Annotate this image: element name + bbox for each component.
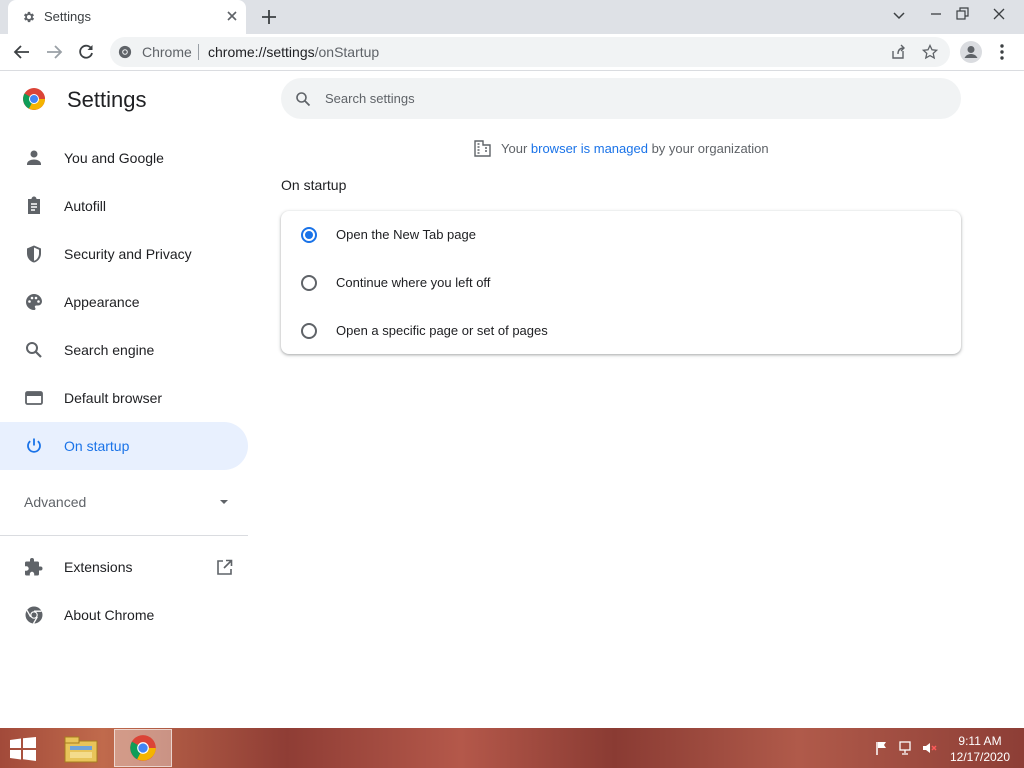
option-label: Open a specific page or set of pages: [336, 323, 548, 338]
browser-toolbar: Chrome chrome://settings/onStartup: [0, 34, 1024, 71]
url-path: /onStartup: [314, 44, 380, 60]
sidebar-item-extensions[interactable]: Extensions: [0, 543, 248, 591]
clock-date[interactable]: 12/17/2020: [946, 750, 1014, 764]
palette-icon: [26, 294, 42, 310]
restore-icon[interactable]: [952, 4, 972, 24]
taskbar-chrome-button[interactable]: [114, 729, 172, 767]
sidebar-item-label: Default browser: [64, 390, 163, 406]
new-tab-icon[interactable]: [260, 8, 278, 26]
sidebar-item-default-browser[interactable]: Default browser: [0, 374, 248, 422]
window-close-icon[interactable]: [989, 4, 1009, 24]
puzzle-icon: [25, 558, 43, 576]
advanced-toggle[interactable]: Advanced: [24, 494, 86, 510]
chevron-down-icon[interactable]: [889, 4, 909, 24]
open-in-new-icon[interactable]: [216, 559, 233, 576]
radio-button[interactable]: [301, 227, 317, 243]
address-bar[interactable]: Chrome chrome://settings/onStartup: [110, 37, 950, 67]
sidebar-item-you-and-google[interactable]: You and Google: [0, 134, 248, 182]
sidebar-item-label: Search engine: [64, 342, 155, 358]
sidebar-item-autofill[interactable]: Autofill: [0, 182, 248, 230]
search-icon: [296, 92, 311, 107]
close-icon[interactable]: [224, 8, 240, 24]
person-icon: [27, 150, 41, 165]
managed-prefix: Your: [501, 141, 531, 156]
sidebar-item-search-engine[interactable]: Search engine: [0, 326, 248, 374]
chrome-site-icon: [118, 45, 132, 59]
tab-title: Settings: [44, 9, 91, 24]
startup-option-specific-pages[interactable]: Open a specific page or set of pages: [281, 307, 961, 355]
clipboard-icon: [28, 196, 40, 214]
share-icon[interactable]: [890, 44, 906, 60]
tab-settings[interactable]: Settings: [8, 0, 246, 34]
sidebar-item-appearance[interactable]: Appearance: [0, 278, 248, 326]
site-name: Chrome: [142, 44, 192, 60]
option-label: Open the New Tab page: [336, 227, 476, 242]
settings-sidebar: You and Google Autofill Security and Pri…: [0, 134, 248, 470]
search-input[interactable]: [325, 88, 925, 108]
sidebar-item-label: About Chrome: [64, 607, 155, 623]
startup-option-continue[interactable]: Continue where you left off: [281, 259, 961, 307]
minimize-icon[interactable]: [926, 4, 946, 24]
flag-icon[interactable]: [874, 740, 890, 756]
windows-start-icon[interactable]: [8, 737, 38, 761]
startup-option-new-tab[interactable]: Open the New Tab page: [281, 211, 961, 259]
sidebar-item-about-chrome[interactable]: About Chrome: [0, 591, 248, 639]
managed-link[interactable]: browser is managed: [531, 141, 648, 156]
person-icon: [964, 46, 978, 58]
sidebar-item-security[interactable]: Security and Privacy: [0, 230, 248, 278]
back-icon[interactable]: [12, 42, 32, 62]
volume-muted-icon[interactable]: [922, 740, 938, 756]
settings-search[interactable]: [281, 78, 961, 119]
radio-button[interactable]: [301, 275, 317, 291]
sidebar-item-label: On startup: [64, 438, 130, 454]
taskbar: 9:11 AM 12/17/2020: [0, 728, 1024, 768]
clock-time[interactable]: 9:11 AM: [950, 734, 1010, 748]
sidebar-item-label: Autofill: [64, 198, 107, 214]
bookmark-star-icon[interactable]: [922, 44, 938, 60]
url-text: chrome://settings/onStartup: [208, 44, 379, 60]
building-icon: [474, 140, 491, 157]
startup-options-card: Open the New Tab page Continue where you…: [281, 211, 961, 354]
reload-icon[interactable]: [76, 42, 96, 62]
chrome-outline-icon: [25, 606, 43, 624]
url-host: chrome://settings: [208, 44, 315, 60]
option-label: Continue where you left off: [336, 275, 491, 290]
sidebar-item-label: You and Google: [64, 150, 164, 166]
managed-text: Your browser is managed by your organiza…: [501, 141, 769, 156]
power-icon: [27, 438, 41, 453]
sidebar-item-label: Appearance: [64, 294, 140, 310]
sidebar-item-on-startup[interactable]: On startup: [0, 422, 248, 470]
page-title: Settings: [67, 87, 147, 112]
browser-icon: [25, 391, 43, 405]
forward-icon[interactable]: [44, 42, 64, 62]
chrome-logo-icon: [130, 735, 156, 761]
sidebar-divider: [0, 535, 248, 536]
gear-icon: [23, 11, 35, 23]
managed-suffix: by your organization: [647, 141, 769, 156]
shield-icon: [27, 245, 41, 263]
tab-strip: Settings: [0, 0, 1024, 34]
search-icon: [26, 342, 42, 358]
file-explorer-icon[interactable]: [62, 732, 100, 766]
more-menu-icon[interactable]: [994, 42, 1010, 62]
sidebar-item-label: Security and Privacy: [64, 246, 192, 262]
profile-avatar[interactable]: [960, 41, 982, 63]
sidebar-item-label: Extensions: [64, 559, 133, 575]
omnibox-separator: [198, 44, 199, 60]
section-title: On startup: [281, 177, 347, 193]
chrome-logo-icon: [23, 88, 45, 110]
network-icon[interactable]: [898, 740, 914, 756]
caret-down-icon[interactable]: [218, 498, 230, 506]
radio-button[interactable]: [301, 323, 317, 339]
